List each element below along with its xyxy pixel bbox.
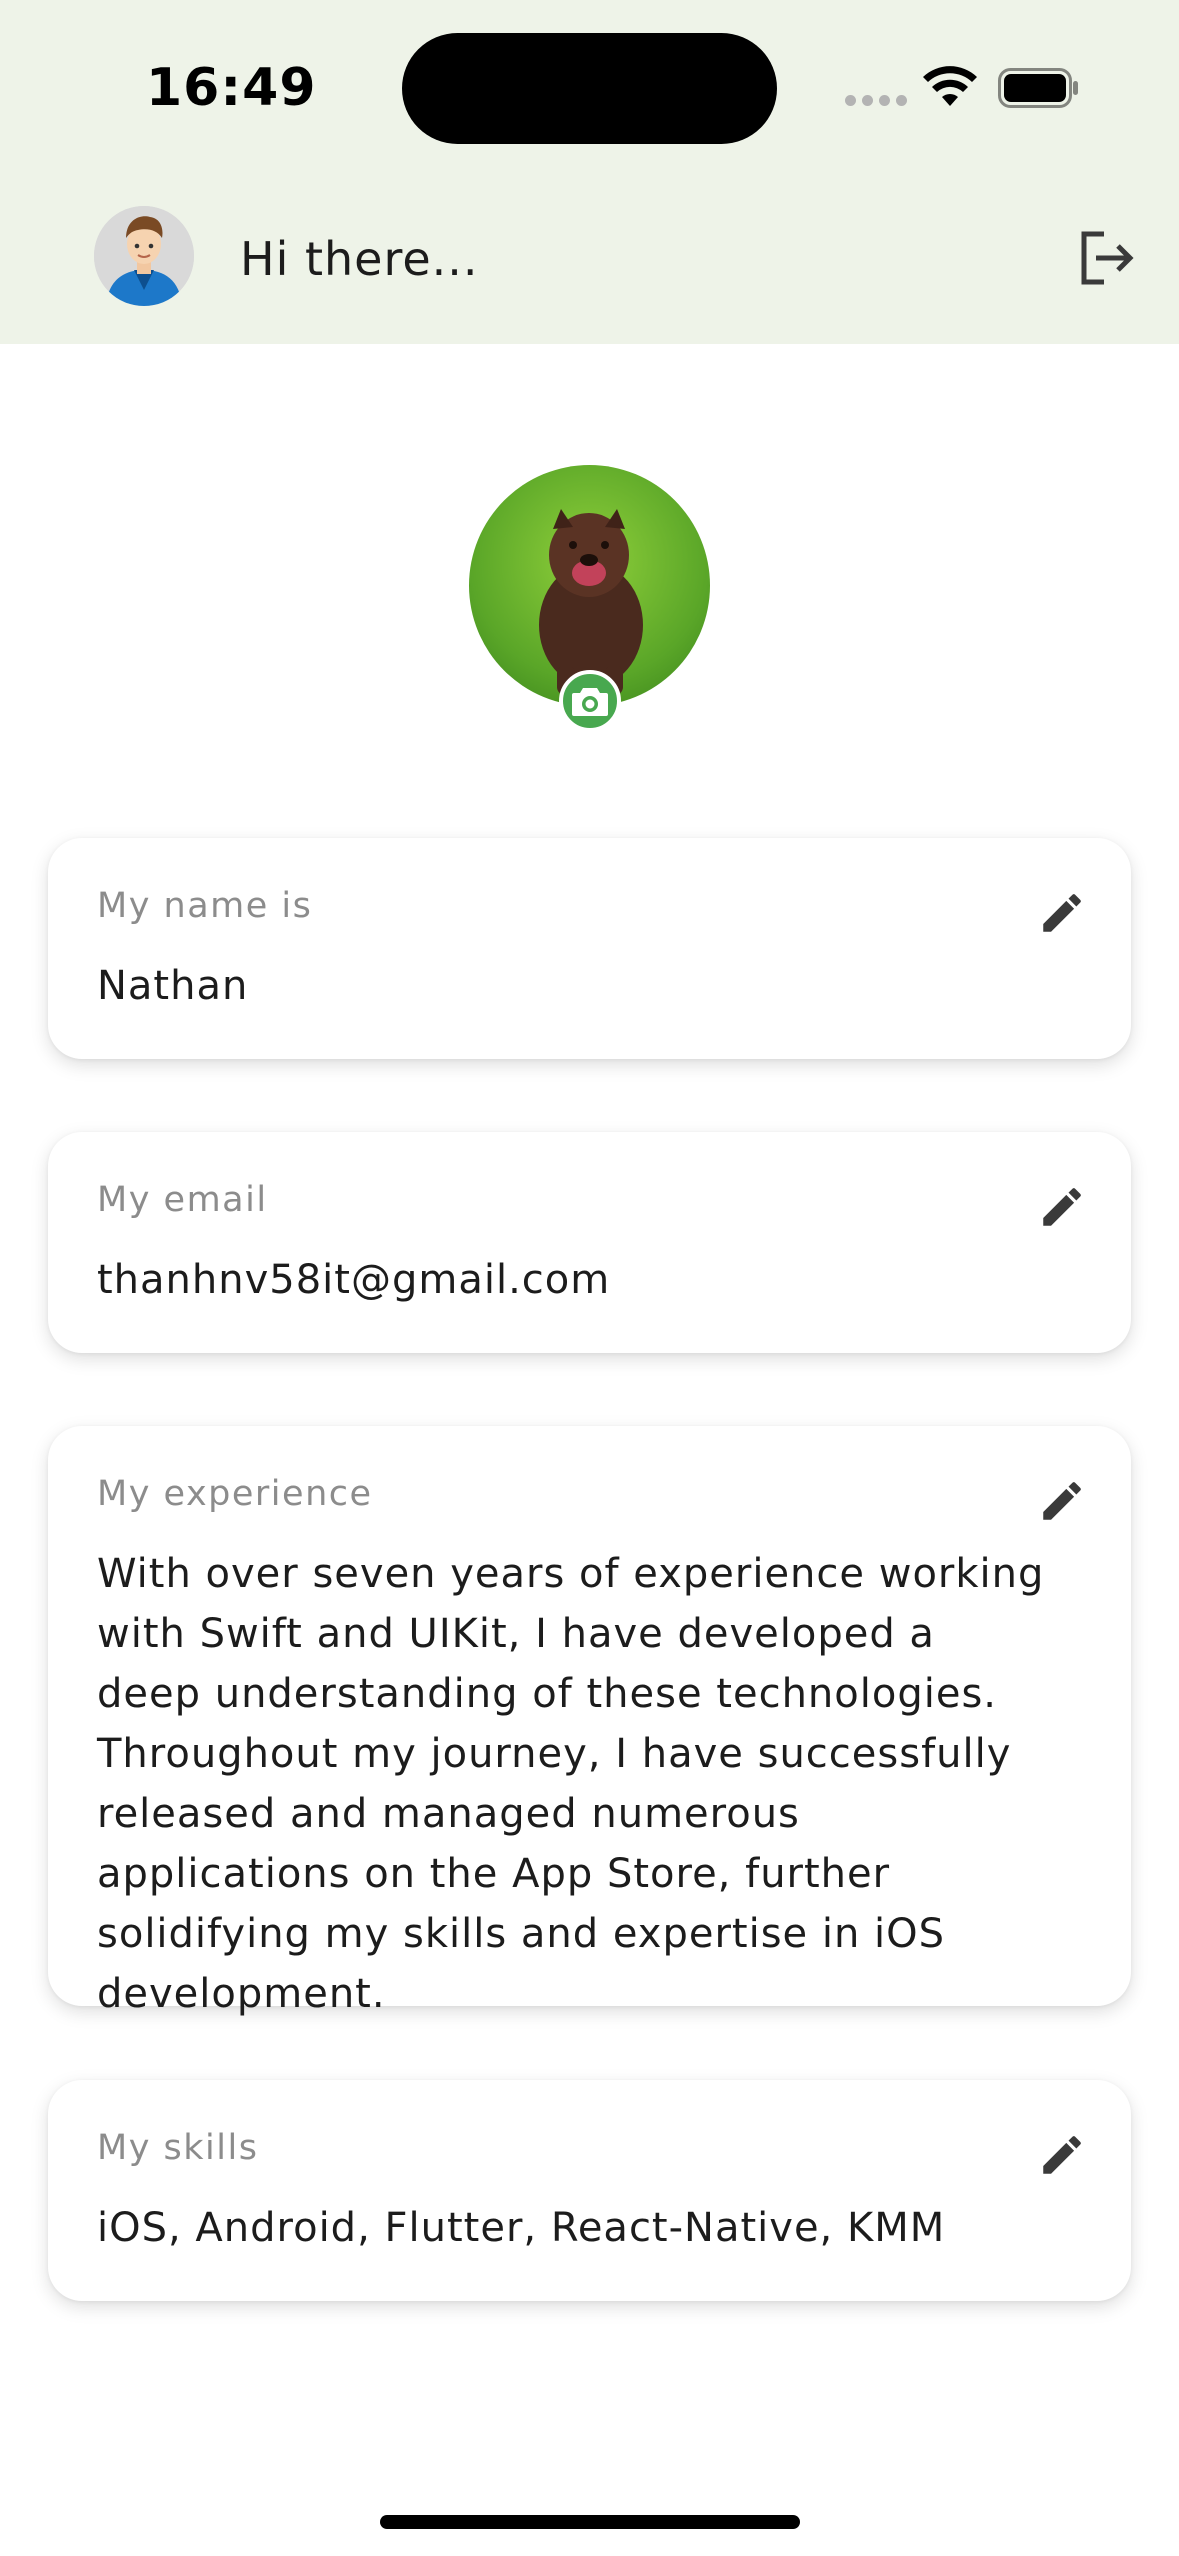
change-photo-button[interactable] bbox=[559, 670, 621, 732]
experience-label: My experience bbox=[97, 1474, 373, 1514]
name-label: My name is bbox=[97, 886, 313, 926]
camera-icon bbox=[572, 688, 608, 716]
battery-icon bbox=[998, 68, 1078, 108]
logout-icon[interactable] bbox=[1074, 226, 1138, 290]
name-card: My name is Nathan bbox=[48, 838, 1131, 1059]
home-indicator[interactable] bbox=[380, 2515, 800, 2529]
email-label: My email bbox=[97, 1180, 268, 1220]
edit-pencil-icon[interactable] bbox=[1037, 1476, 1087, 1526]
email-card: My email thanhnv58it@gmail.com bbox=[48, 1132, 1131, 1353]
name-value: Nathan bbox=[97, 963, 249, 1009]
experience-value: With over seven years of experience work… bbox=[97, 1551, 1045, 2017]
greeting-text: Hi there... bbox=[240, 232, 479, 286]
skills-label: My skills bbox=[97, 2128, 259, 2168]
experience-card: My experience With over seven years of e… bbox=[48, 1426, 1131, 2017]
user-avatar-icon bbox=[94, 206, 194, 306]
skills-value: iOS, Android, Flutter, React-Native, KMM bbox=[97, 2205, 946, 2251]
email-value: thanhnv58it@gmail.com bbox=[97, 1257, 611, 1303]
cellular-signal-icon bbox=[845, 95, 907, 106]
skills-card: My skills iOS, Android, Flutter, React-N… bbox=[48, 2080, 1131, 2301]
edit-pencil-icon[interactable] bbox=[1037, 2130, 1087, 2180]
wifi-icon bbox=[923, 66, 977, 106]
dynamic-island bbox=[402, 33, 777, 144]
status-time: 16:49 bbox=[146, 58, 317, 118]
edit-pencil-icon[interactable] bbox=[1037, 888, 1087, 938]
edit-pencil-icon[interactable] bbox=[1037, 1182, 1087, 1232]
avatar[interactable] bbox=[94, 206, 194, 306]
